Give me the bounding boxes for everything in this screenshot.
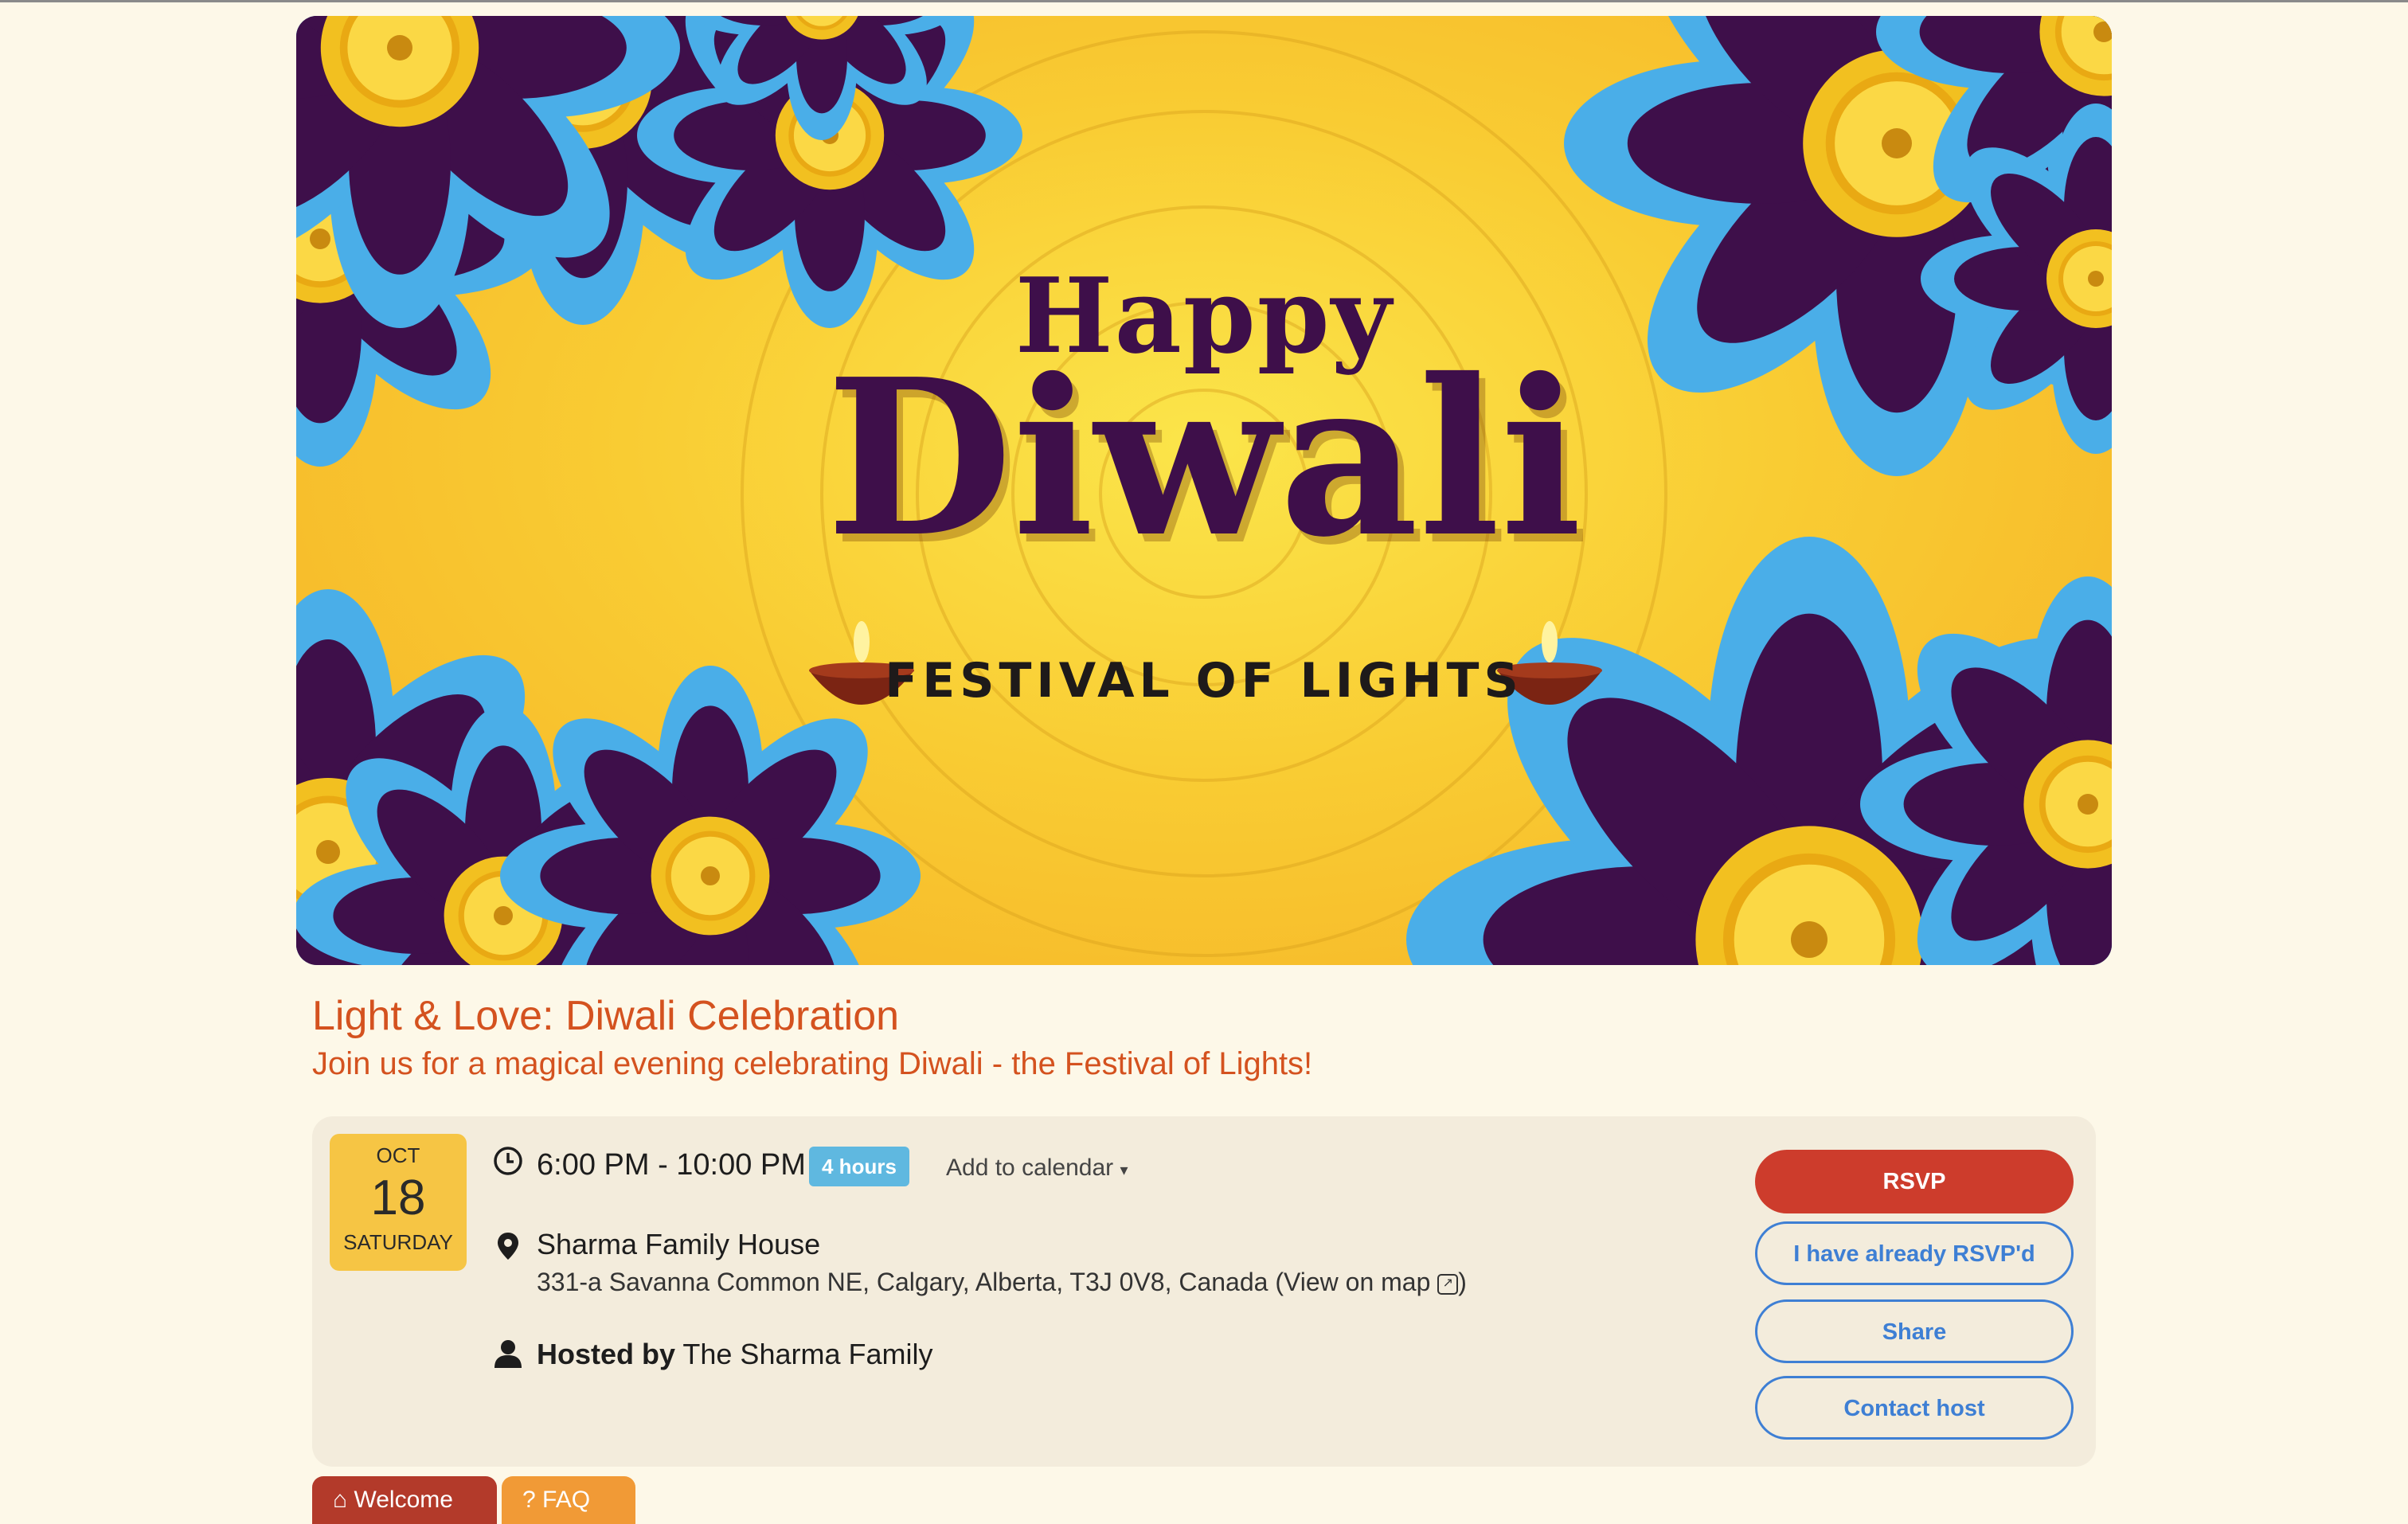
date-month: OCT (376, 1143, 420, 1167)
date-badge: OCT 18 SATURDAY (330, 1134, 467, 1271)
date-day: 18 (370, 1170, 426, 1225)
window-top-border (0, 0, 2408, 2)
person-icon (494, 1340, 522, 1368)
home-icon: ⌂ (333, 1487, 348, 1513)
event-subtitle: Join us for a magical evening celebratin… (312, 1046, 1313, 1081)
event-banner-image: Happy Diwali FESTIVAL OF LIGHTS (296, 16, 2112, 965)
location-pin-icon (498, 1233, 518, 1260)
banner-heading-diwali: Diwali (826, 331, 1582, 584)
external-link-icon: ↗ (1437, 1273, 1459, 1295)
tab-faq[interactable]: ? FAQ (502, 1476, 635, 1524)
date-weekday: SATURDAY (343, 1230, 453, 1255)
tab-welcome[interactable]: ⌂ Welcome (312, 1476, 497, 1524)
banner-tagline: FESTIVAL OF LIGHTS (885, 653, 1523, 709)
host-prefix: Hosted by (537, 1338, 676, 1370)
event-details-card: OCT 18 SATURDAY 6:00 PM - 10:00 PM 4 hou… (312, 1116, 2096, 1467)
question-icon: ? (522, 1487, 536, 1513)
add-to-calendar-dropdown[interactable]: Add to calendar ▾ (946, 1155, 1128, 1182)
event-page: Happy Diwali FESTIVAL OF LIGHTS Light & … (296, 16, 2112, 1467)
venue-address: 331-a Savanna Common NE, Calgary, Albert… (537, 1268, 1467, 1297)
add-to-calendar-label: Add to calendar (946, 1155, 1114, 1181)
caret-down-icon: ▾ (1120, 1162, 1128, 1179)
tab-faq-label: FAQ (542, 1487, 591, 1513)
venue-name: Sharma Family House (537, 1228, 821, 1260)
contact-host-button[interactable]: Contact host (1755, 1376, 2074, 1440)
host-name: The Sharma Family (682, 1338, 933, 1370)
view-on-map-link[interactable]: ↗) (1430, 1268, 1467, 1296)
event-title: Light & Love: Diwali Celebration (312, 993, 900, 1039)
clock-icon (494, 1147, 522, 1175)
time-range: 6:00 PM - 10:00 PM (537, 1148, 806, 1182)
tab-welcome-label: Welcome (354, 1487, 453, 1513)
rsvp-button[interactable]: RSVP (1755, 1150, 2074, 1213)
venue-address-text: 331-a Savanna Common NE, Calgary, Albert… (537, 1268, 1431, 1296)
already-rsvpd-button[interactable]: I have already RSVP'd (1755, 1221, 2074, 1285)
host-line: Hosted by The Sharma Family (537, 1338, 932, 1371)
share-button[interactable]: Share (1755, 1299, 2074, 1363)
duration-badge: 4 hours (809, 1147, 909, 1186)
